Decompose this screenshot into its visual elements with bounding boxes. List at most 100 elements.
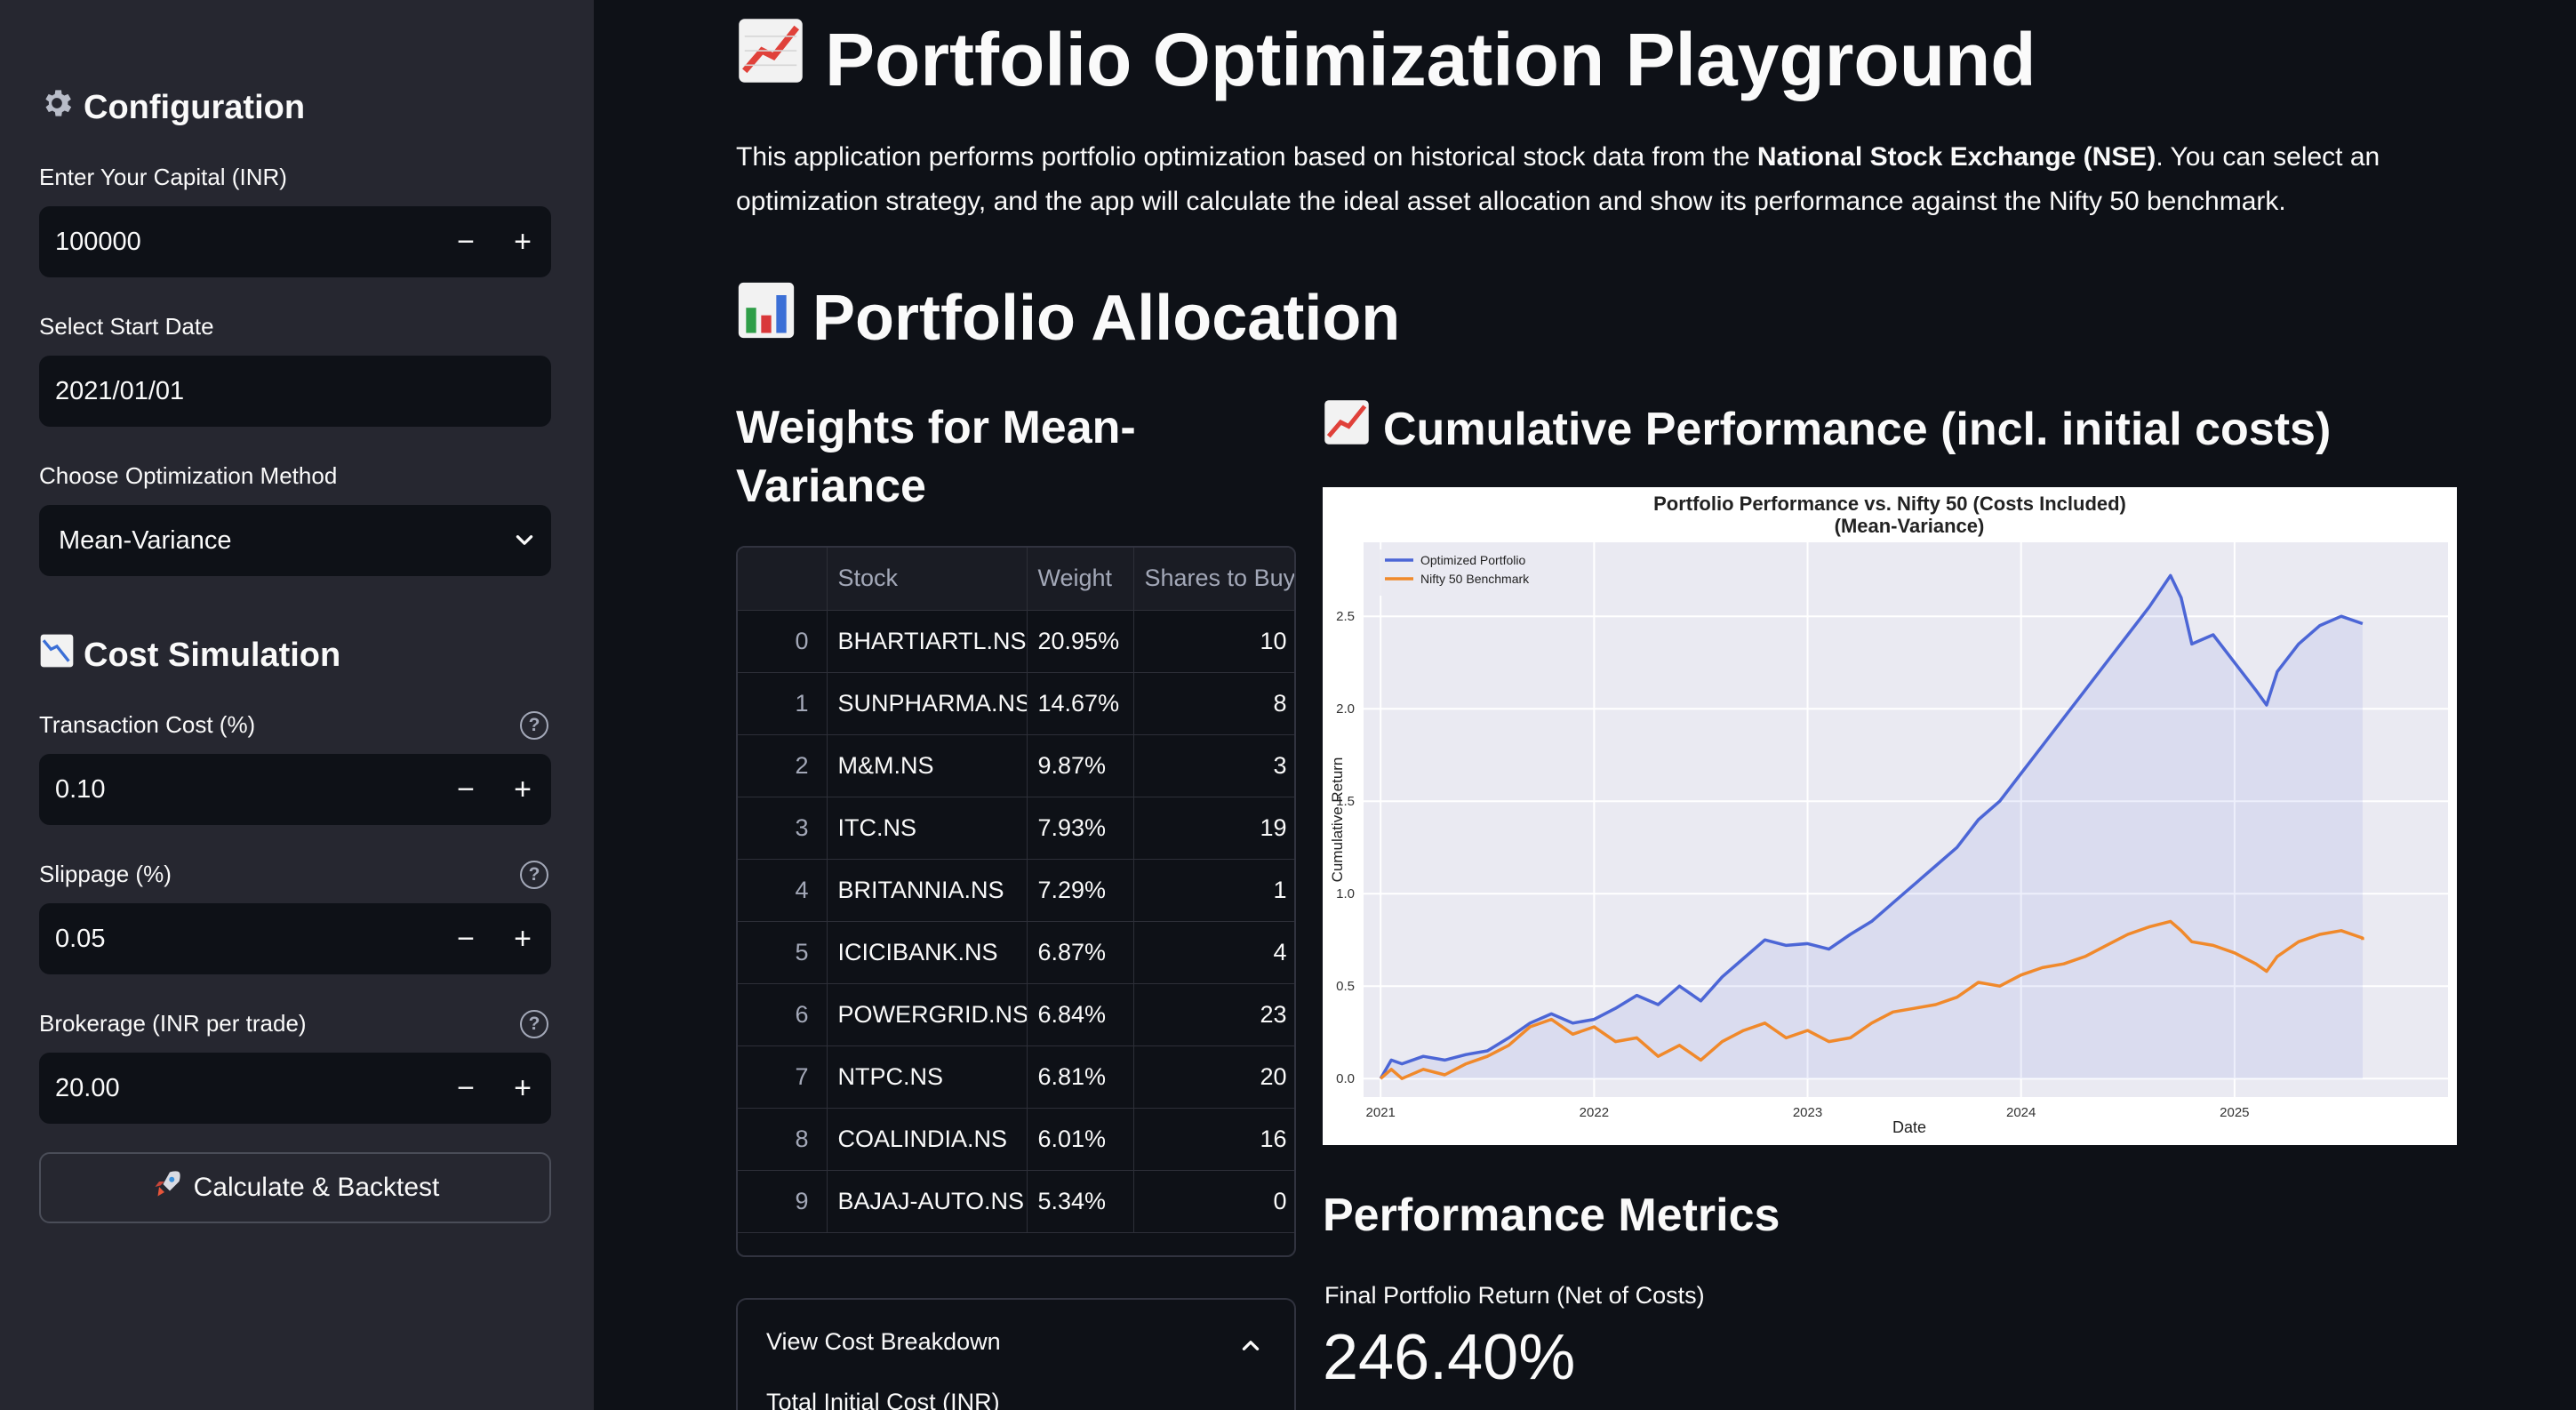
col-header-shares[interactable]: Shares to Buy [1133, 548, 1294, 611]
brokerage-input[interactable]: 20.00 − + [39, 1053, 551, 1124]
chevron-down-icon[interactable] [498, 529, 551, 552]
slippage-help-icon[interactable]: ? [520, 861, 548, 889]
row-index[interactable]: 3 [738, 797, 828, 860]
y-axis-label: Cumulative Return [1329, 757, 1346, 883]
slippage-input[interactable]: 0.05 − + [39, 903, 551, 974]
table-row[interactable]: 2 M&M.NS 9.87% 3 [738, 734, 1294, 797]
x-tick-label: 2024 [2006, 1105, 2036, 1120]
transaction-cost-value[interactable]: 0.10 [39, 775, 437, 805]
row-shares[interactable]: 4 [1133, 921, 1294, 984]
row-stock[interactable]: COALINDIA.NS [827, 1108, 1028, 1171]
capital-input[interactable]: 100000 − + [39, 206, 551, 277]
total-initial-cost-label: Total Initial Cost (INR) [766, 1389, 1000, 1410]
table-row[interactable]: 5 ICICIBANK.NS 6.87% 4 [738, 921, 1294, 984]
col-header-index[interactable] [738, 548, 828, 611]
slippage-increment-button[interactable]: + [494, 903, 551, 974]
capital-increment-button[interactable]: + [494, 206, 551, 277]
brokerage-value[interactable]: 20.00 [39, 1074, 437, 1103]
table-row[interactable]: 4 BRITANNIA.NS 7.29% 1 [738, 859, 1294, 922]
row-weight[interactable]: 9.87% [1027, 734, 1134, 797]
row-index[interactable]: 4 [738, 859, 828, 922]
x-tick-label: 2021 [1366, 1105, 1396, 1120]
chevron-up-icon[interactable] [1239, 1334, 1262, 1361]
row-shares[interactable]: 3 [1133, 734, 1294, 797]
row-shares[interactable]: 1 [1133, 859, 1294, 922]
start-date-value[interactable]: 2021/01/01 [39, 377, 551, 406]
row-weight[interactable]: 7.29% [1027, 859, 1134, 922]
row-stock[interactable]: ICICIBANK.NS [827, 921, 1028, 984]
weights-table[interactable]: Stock Weight Shares to Buy 0 BHARTIARTL.N… [736, 546, 1296, 1257]
capital-decrement-button[interactable]: − [437, 206, 494, 277]
row-shares[interactable]: 23 [1133, 983, 1294, 1046]
row-index[interactable]: 0 [738, 610, 828, 673]
row-stock[interactable]: NTPC.NS [827, 1045, 1028, 1109]
cost-breakdown-title[interactable]: View Cost Breakdown [766, 1328, 1001, 1356]
row-stock[interactable]: BRITANNIA.NS [827, 859, 1028, 922]
transaction-cost-decrement-button[interactable]: − [437, 754, 494, 825]
row-shares[interactable]: 0 [1133, 1170, 1294, 1233]
row-weight[interactable]: 6.87% [1027, 921, 1134, 984]
table-header-row: Stock Weight Shares to Buy [738, 548, 1294, 611]
capital-value[interactable]: 100000 [39, 228, 437, 257]
transaction-cost-increment-button[interactable]: + [494, 754, 551, 825]
row-shares[interactable]: 10 [1133, 610, 1294, 673]
row-stock[interactable]: BHARTIARTL.NS [827, 610, 1028, 673]
row-index[interactable]: 1 [738, 672, 828, 735]
table-row[interactable]: 9 BAJAJ-AUTO.NS 5.34% 0 [738, 1170, 1294, 1233]
row-shares[interactable]: 8 [1133, 672, 1294, 735]
row-weight[interactable]: 7.93% [1027, 797, 1134, 860]
brokerage-help-icon[interactable]: ? [520, 1010, 548, 1038]
table-row[interactable]: 6 POWERGRID.NS 6.84% 23 [738, 983, 1294, 1046]
y-tick-label: 2.5 [1336, 609, 1355, 624]
row-shares[interactable]: 16 [1133, 1108, 1294, 1171]
col-header-stock[interactable]: Stock [827, 548, 1028, 611]
row-weight[interactable]: 6.81% [1027, 1045, 1134, 1109]
row-shares[interactable]: 20 [1133, 1045, 1294, 1109]
table-row[interactable]: 3 ITC.NS 7.93% 19 [738, 797, 1294, 860]
intro-paragraph: This application performs portfolio opti… [736, 135, 2425, 224]
row-index[interactable]: 9 [738, 1170, 828, 1233]
start-date-input[interactable]: 2021/01/01 [39, 356, 551, 427]
row-stock[interactable]: SUNPHARMA.NS [827, 672, 1028, 735]
row-weight[interactable]: 14.67% [1027, 672, 1134, 735]
x-tick-label: 2025 [2220, 1105, 2249, 1120]
row-weight[interactable]: 6.01% [1027, 1108, 1134, 1171]
brokerage-decrement-button[interactable]: − [437, 1053, 494, 1124]
final-return-value: 246.40% [1323, 1322, 1576, 1393]
row-shares[interactable]: 19 [1133, 797, 1294, 860]
portfolio-allocation-heading-text: Portfolio Allocation [812, 282, 1401, 354]
table-row[interactable]: 1 SUNPHARMA.NS 14.67% 8 [738, 672, 1294, 735]
slippage-value[interactable]: 0.05 [39, 925, 437, 954]
row-weight[interactable]: 5.34% [1027, 1170, 1134, 1233]
calculate-backtest-button[interactable]: Calculate & Backtest [39, 1152, 551, 1223]
row-weight[interactable]: 6.84% [1027, 983, 1134, 1046]
row-weight[interactable]: 20.95% [1027, 610, 1134, 673]
row-stock[interactable]: ITC.NS [827, 797, 1028, 860]
row-index[interactable]: 8 [738, 1108, 828, 1171]
col-header-weight[interactable]: Weight [1027, 548, 1134, 611]
bar-chart-icon [736, 280, 796, 356]
x-axis-label: Date [1892, 1118, 1926, 1136]
table-row[interactable]: 7 NTPC.NS 6.81% 20 [738, 1045, 1294, 1109]
method-select[interactable]: Mean-Variance [39, 505, 551, 576]
performance-chart: 0.0 0.5 1.0 1.5 2.0 2.5 2021 2022 2023 2024 2025 Po… [1323, 487, 2457, 1145]
row-stock[interactable]: BAJAJ-AUTO.NS [827, 1170, 1028, 1233]
row-stock[interactable]: POWERGRID.NS [827, 983, 1028, 1046]
transaction-cost-input[interactable]: 0.10 − + [39, 754, 551, 825]
row-stock[interactable]: M&M.NS [827, 734, 1028, 797]
slippage-decrement-button[interactable]: − [437, 903, 494, 974]
sidebar: Configuration Enter Your Capital (INR) 1… [0, 0, 594, 1410]
start-date-label: Select Start Date [39, 313, 214, 340]
table-row[interactable]: 0 BHARTIARTL.NS 20.95% 10 [738, 610, 1294, 673]
transaction-cost-help-icon[interactable]: ? [520, 711, 548, 740]
brokerage-increment-button[interactable]: + [494, 1053, 551, 1124]
performance-heading-text: Cumulative Performance (incl. initial co… [1383, 404, 2332, 455]
y-tick-label: 0.0 [1336, 1071, 1355, 1086]
row-index[interactable]: 6 [738, 983, 828, 1046]
row-index[interactable]: 7 [738, 1045, 828, 1109]
row-index[interactable]: 2 [738, 734, 828, 797]
row-index[interactable]: 5 [738, 921, 828, 984]
method-value[interactable]: Mean-Variance [39, 526, 498, 556]
table-row[interactable]: 8 COALINDIA.NS 6.01% 16 [738, 1108, 1294, 1171]
cost-breakdown-expander[interactable]: View Cost Breakdown Total Initial Cost (… [736, 1298, 1296, 1410]
